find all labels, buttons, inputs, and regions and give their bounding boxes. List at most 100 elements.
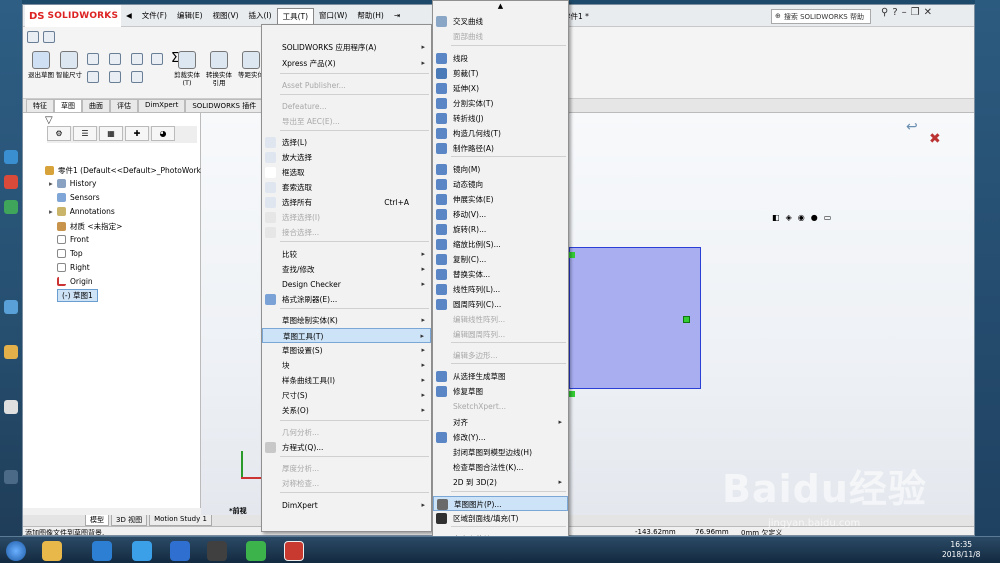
ie-icon[interactable] xyxy=(92,541,112,561)
tab-addins[interactable]: SOLIDWORKS 插件 xyxy=(185,99,264,112)
menu-item[interactable]: 比较 ▸ xyxy=(262,247,431,262)
menu-item[interactable]: 镜向(M) xyxy=(433,162,568,177)
menu-item[interactable]: 剪裁(T) xyxy=(433,66,568,81)
menu-item[interactable]: 选择(L) xyxy=(262,135,431,150)
filter-icon[interactable]: ▽ xyxy=(45,115,53,126)
menu-item[interactable]: 移动(V)... xyxy=(433,207,568,222)
help-icon[interactable]: ? xyxy=(892,7,897,18)
menu-view[interactable]: 视图(V) xyxy=(208,8,244,24)
tree-item-right-plane[interactable]: Right xyxy=(57,263,90,272)
desktop-app-icon[interactable] xyxy=(4,200,18,214)
menu-item[interactable]: 制作路径(A) xyxy=(433,141,568,156)
menu-item[interactable]: 草图绘制实体(K) ▸ xyxy=(262,313,431,328)
menu-item[interactable]: 交叉曲线 xyxy=(433,14,568,29)
exit-sketch-button[interactable]: 退出草图 xyxy=(27,51,55,95)
tree-item-annotations[interactable]: ▸ Annotations xyxy=(49,207,115,216)
menu-item[interactable]: 方程式(Q)... xyxy=(262,440,431,455)
taskbar-app-icon[interactable] xyxy=(207,541,227,561)
menu-edit[interactable]: 编辑(E) xyxy=(172,8,208,24)
desktop-app-icon[interactable] xyxy=(4,400,18,414)
tab-3d-view[interactable]: 3D 视图 xyxy=(111,515,148,526)
menu-item[interactable]: 复制(C)... xyxy=(433,252,568,267)
search-icon[interactable]: ⚲ xyxy=(881,7,888,18)
menu-tools[interactable]: 工具(T) xyxy=(276,8,315,24)
tree-item-history[interactable]: ▸ History xyxy=(49,179,96,188)
menu-window[interactable]: 窗口(W) xyxy=(314,8,352,24)
sketch-rectangle[interactable] xyxy=(569,247,701,389)
menu-item[interactable]: 格式涂刷器(E)... xyxy=(262,292,431,307)
menu-item[interactable]: 放大选择 xyxy=(262,150,431,165)
menu-item[interactable]: 圆周阵列(C)... xyxy=(433,297,568,312)
menu-expand-arrow[interactable]: ◀ xyxy=(121,8,137,24)
arc-icon[interactable] xyxy=(109,71,121,83)
spline-icon[interactable] xyxy=(131,53,143,65)
menu-item[interactable]: Xpress 产品(X) ▸ xyxy=(262,56,431,71)
desktop-app-icon[interactable] xyxy=(4,150,18,164)
menu-item[interactable]: 动态镜向 xyxy=(433,177,568,192)
menu-item[interactable]: 区域剖面线/填充(T) xyxy=(433,511,568,526)
smart-dimension-button[interactable]: 智能尺寸 xyxy=(55,51,83,95)
tree-item-front-plane[interactable]: Front xyxy=(57,235,89,244)
help-search-input[interactable]: ⊕ 搜索 SOLIDWORKS 帮助 xyxy=(771,9,871,24)
menu-item[interactable]: 草图图片(P)... xyxy=(433,496,568,511)
menu-item[interactable]: 缩放比例(S)... xyxy=(433,237,568,252)
close-button[interactable]: ✕ xyxy=(924,7,932,18)
tab-motion-study[interactable]: Motion Study 1 xyxy=(149,515,212,526)
menu-item[interactable]: 套索选取 xyxy=(262,180,431,195)
menu-item[interactable]: 构造几何线(T) xyxy=(433,126,568,141)
rectangle-icon[interactable] xyxy=(87,71,99,83)
menu-item[interactable]: 草图设置(S) ▸ xyxy=(262,343,431,358)
menu-item[interactable]: 线段 xyxy=(433,51,568,66)
menu-item[interactable]: 选择所有 Ctrl+A xyxy=(262,195,431,210)
tab-model[interactable]: 模型 xyxy=(85,515,109,526)
tab-surfaces[interactable]: 曲面 xyxy=(82,99,110,112)
desktop-app-icon[interactable] xyxy=(4,345,18,359)
text-icon[interactable] xyxy=(151,53,163,65)
convert-entities-button[interactable]: 转换实体引用 xyxy=(205,51,233,95)
taskbar-app-icon[interactable] xyxy=(132,541,152,561)
menu-item[interactable]: 伸展实体(E) xyxy=(433,192,568,207)
dimxpert-tab-icon[interactable]: ✚ xyxy=(125,126,149,141)
tree-item-material[interactable]: 材质 <未指定> xyxy=(57,221,122,232)
menu-scroll-up-icon[interactable]: ▲ xyxy=(433,1,568,11)
menu-file[interactable]: 文件(F) xyxy=(137,8,172,24)
property-tab-icon[interactable]: ☰ xyxy=(73,126,97,141)
menu-item[interactable]: 框选取 xyxy=(262,165,431,180)
menu-item[interactable]: 草图工具(T) ▸ xyxy=(262,328,431,343)
menu-item[interactable]: 延伸(X) xyxy=(433,81,568,96)
config-tab-icon[interactable]: ▦ xyxy=(99,126,123,141)
tree-item-origin[interactable]: Origin xyxy=(57,277,93,286)
tree-part-root[interactable]: 零件1 (Default<<Default>_PhotoWorks xyxy=(45,165,205,176)
display-tab-icon[interactable]: ◕ xyxy=(151,126,175,141)
line-icon[interactable] xyxy=(87,53,99,65)
tab-dimxpert[interactable]: DimXpert xyxy=(138,99,186,112)
confirm-sketch-icon[interactable]: ↩ xyxy=(906,119,918,135)
menu-item[interactable]: 旋转(R)... xyxy=(433,222,568,237)
menu-item[interactable]: 尺寸(S) ▸ xyxy=(262,388,431,403)
taskbar-app-icon[interactable] xyxy=(246,541,266,561)
menu-item[interactable]: DimXpert ▸ xyxy=(262,498,431,513)
menu-item[interactable]: 修改(Y)... xyxy=(433,430,568,445)
display-style-icon[interactable]: ◈ xyxy=(786,213,792,222)
menu-item[interactable]: 检查草图合法性(K)... xyxy=(433,460,568,475)
restore-button[interactable]: ❐ xyxy=(911,7,920,18)
menu-item[interactable]: SOLIDWORKS 应用程序(A) ▸ xyxy=(262,40,431,55)
view-orientation-icon[interactable]: ◧ xyxy=(772,213,780,222)
menu-item[interactable]: 分割实体(T) xyxy=(433,96,568,111)
pin-menu-icon[interactable]: ⇥ xyxy=(389,8,405,24)
monitor-icon[interactable]: ▭ xyxy=(824,213,832,222)
desktop-app-icon[interactable] xyxy=(4,300,18,314)
new-icon[interactable] xyxy=(27,31,39,43)
tree-item-sketch1[interactable]: (-) 草图1 xyxy=(57,289,98,302)
menu-item[interactable]: 对齐 ▸ xyxy=(433,415,568,430)
start-button[interactable] xyxy=(6,541,26,561)
menu-item[interactable]: 关系(O) ▸ xyxy=(262,403,431,418)
menu-item[interactable]: 替换实体... xyxy=(433,267,568,282)
menu-item[interactable]: 2D 到 3D(2) ▸ xyxy=(433,475,568,490)
circle-icon[interactable] xyxy=(109,53,121,65)
minimize-button[interactable]: – xyxy=(902,7,907,18)
desktop-app-icon[interactable] xyxy=(4,470,18,484)
trim-entities-button[interactable]: 剪裁实体(T) xyxy=(173,51,201,95)
menu-item[interactable]: Design Checker ▸ xyxy=(262,277,431,292)
tree-item-top-plane[interactable]: Top xyxy=(57,249,83,258)
